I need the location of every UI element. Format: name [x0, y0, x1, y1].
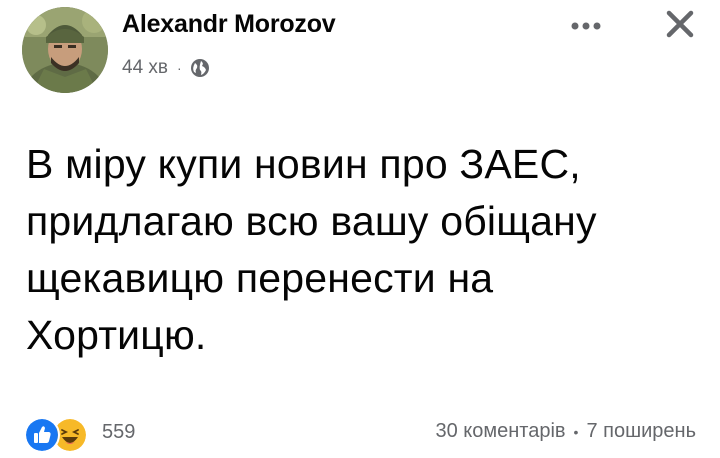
shares-count-link[interactable]: 7 поширень: [586, 420, 696, 443]
close-icon: [666, 10, 694, 38]
stats-separator: •: [573, 423, 579, 440]
avatar-image: [22, 7, 108, 93]
author-name[interactable]: Alexandr Morozov: [122, 10, 336, 39]
meta-separator: ·: [177, 60, 182, 76]
globe-icon: [190, 58, 210, 78]
more-horizontal-icon: [571, 22, 601, 30]
like-reaction-icon: [24, 417, 60, 453]
close-button[interactable]: [660, 4, 700, 44]
post-stats: 30 коментарів • 7 поширень: [435, 420, 696, 443]
avatar[interactable]: [22, 7, 108, 93]
more-options-button[interactable]: [566, 12, 606, 40]
reaction-count: 559: [102, 420, 136, 443]
reactions-summary[interactable]: 559: [22, 412, 136, 453]
post-meta: 44 хв ·: [122, 56, 210, 80]
post-time[interactable]: 44 хв: [122, 57, 168, 79]
post-text: В міру купи новин про ЗАЕС, придлагаю вс…: [26, 141, 597, 358]
facebook-post: Alexandr Morozov 44 хв · В міру купи нов…: [0, 0, 720, 458]
comments-count-link[interactable]: 30 коментарів: [435, 420, 565, 443]
reaction-icons: [22, 413, 92, 453]
